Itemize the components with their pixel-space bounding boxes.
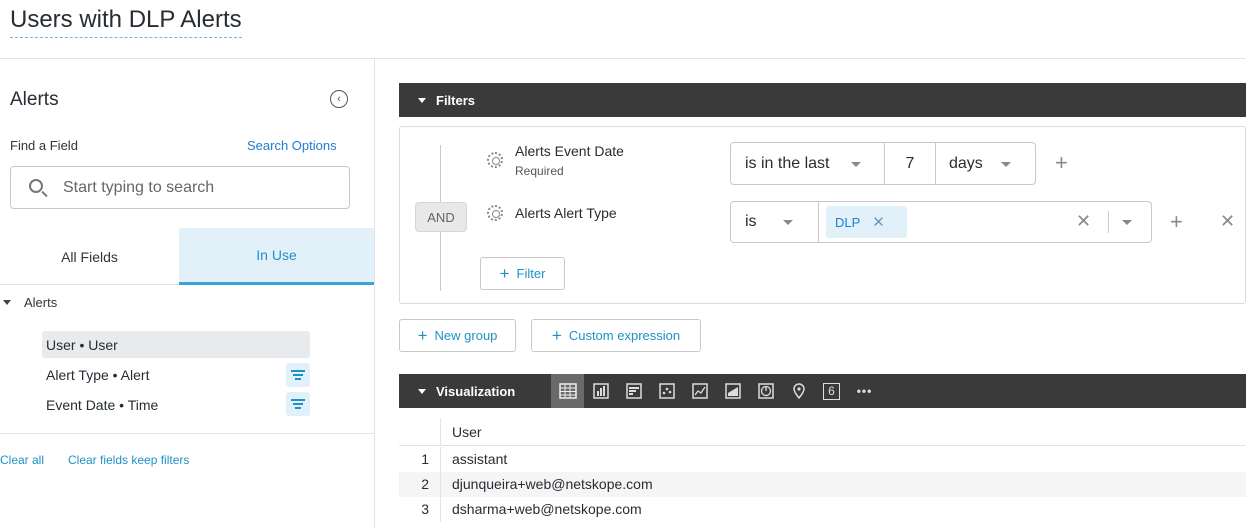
value-chip[interactable]: DLP ✕ bbox=[826, 206, 907, 238]
field-tabs: All Fields In Use bbox=[0, 228, 374, 285]
plus-icon: + bbox=[417, 326, 428, 345]
clear-all-link[interactable]: Clear all bbox=[0, 453, 44, 467]
chevron-down-icon[interactable] bbox=[1122, 220, 1132, 225]
divider bbox=[0, 433, 374, 434]
search-icon bbox=[29, 179, 43, 193]
column-divider bbox=[440, 472, 441, 497]
collapse-panel-icon[interactable]: ‹ bbox=[330, 90, 348, 108]
chevron-down-icon bbox=[851, 162, 861, 167]
new-group-label: New group bbox=[434, 328, 498, 343]
filter-icon[interactable] bbox=[286, 392, 310, 416]
caret-down-icon bbox=[3, 300, 11, 305]
gear-icon[interactable] bbox=[487, 205, 503, 221]
filters-panel: AND Alerts Event Date Required is in the… bbox=[399, 126, 1246, 304]
operator-value: is in the last bbox=[745, 154, 830, 172]
clear-icon[interactable]: ✕ bbox=[1076, 212, 1091, 230]
table-icon[interactable] bbox=[551, 374, 584, 408]
panel-title: Alerts bbox=[10, 89, 59, 110]
top-bar: Users with DLP Alerts bbox=[0, 0, 1246, 59]
add-condition-icon[interactable]: + bbox=[1055, 152, 1068, 174]
add-filter-button[interactable]: + Filter bbox=[480, 257, 565, 290]
user-cell: assistant bbox=[452, 451, 508, 467]
field-search-box[interactable] bbox=[10, 166, 350, 209]
field-item-user[interactable]: User • User bbox=[42, 331, 310, 358]
divider bbox=[1108, 211, 1109, 233]
unit-select[interactable]: days bbox=[935, 142, 1036, 185]
clear-fields-keep-filters-link[interactable]: Clear fields keep filters bbox=[68, 453, 189, 467]
table-row[interactable]: 1 assistant bbox=[399, 447, 1246, 472]
value-text: 7 bbox=[905, 154, 915, 172]
caret-down-icon bbox=[418, 97, 426, 103]
field-group-alerts[interactable]: Alerts bbox=[0, 295, 57, 310]
plus-icon: + bbox=[551, 326, 562, 345]
find-field-label: Find a Field bbox=[10, 138, 78, 153]
more-icon[interactable]: ••• bbox=[848, 374, 881, 408]
search-options-link[interactable]: Search Options bbox=[247, 138, 337, 153]
value-multiselect[interactable]: DLP ✕ ✕ bbox=[818, 201, 1152, 243]
visualization-type-toolbar: 6 ••• bbox=[551, 374, 881, 408]
chevron-down-icon bbox=[1001, 162, 1011, 167]
required-label: Required bbox=[515, 164, 564, 178]
new-group-button[interactable]: + New group bbox=[399, 319, 516, 352]
map-pin-icon[interactable] bbox=[782, 374, 815, 408]
tab-all-fields[interactable]: All Fields bbox=[0, 228, 179, 285]
scatter-icon[interactable] bbox=[650, 374, 683, 408]
column-chart-icon[interactable] bbox=[584, 374, 617, 408]
area-chart-icon[interactable] bbox=[716, 374, 749, 408]
remove-filter-icon[interactable]: ✕ bbox=[1220, 212, 1235, 230]
column-divider bbox=[440, 497, 441, 522]
filter-field-label: Alerts Event Date bbox=[515, 143, 624, 159]
table-header-row: User bbox=[399, 418, 1246, 446]
row-number: 3 bbox=[421, 501, 429, 517]
visualization-section-header[interactable]: Visualization 6 ••• bbox=[399, 374, 1246, 408]
filters-section-header[interactable]: Filters bbox=[399, 83, 1246, 117]
value-input[interactable]: 7 bbox=[884, 142, 936, 185]
field-picker-panel: Alerts ‹ Find a Field Search Options All… bbox=[0, 59, 375, 528]
gear-icon[interactable] bbox=[487, 152, 503, 168]
and-toggle[interactable]: AND bbox=[415, 202, 467, 232]
operator-value: is bbox=[745, 213, 757, 230]
field-item-alert-type[interactable]: Alert Type • Alert bbox=[42, 361, 310, 388]
row-number: 2 bbox=[421, 476, 429, 492]
visualization-title: Visualization bbox=[436, 383, 516, 399]
chevron-down-icon bbox=[783, 220, 793, 225]
tab-in-use[interactable]: In Use bbox=[179, 228, 374, 285]
caret-down-icon bbox=[418, 388, 426, 394]
single-value-label: 6 bbox=[823, 382, 840, 400]
plus-icon: + bbox=[499, 264, 510, 283]
more-label: ••• bbox=[856, 384, 873, 398]
line-chart-icon[interactable] bbox=[683, 374, 716, 408]
user-cell: djunqueira+web@netskope.com bbox=[452, 476, 653, 492]
field-search-input[interactable] bbox=[63, 177, 333, 199]
custom-expression-button[interactable]: + Custom expression bbox=[531, 319, 701, 352]
column-header-user[interactable]: User bbox=[452, 424, 482, 440]
row-number: 1 bbox=[421, 451, 429, 467]
chip-label: DLP bbox=[835, 214, 861, 230]
column-divider bbox=[440, 447, 441, 472]
pie-chart-icon[interactable] bbox=[749, 374, 782, 408]
operator-select[interactable]: is bbox=[730, 201, 819, 243]
page-title[interactable]: Users with DLP Alerts bbox=[10, 6, 242, 38]
filter-icon[interactable] bbox=[286, 363, 310, 387]
filters-title: Filters bbox=[436, 92, 476, 108]
field-item-event-date[interactable]: Event Date • Time bbox=[42, 391, 310, 418]
add-filter-label: Filter bbox=[516, 266, 546, 281]
operator-select[interactable]: is in the last bbox=[730, 142, 885, 185]
filter-field-label: Alerts Alert Type bbox=[515, 205, 617, 221]
bar-chart-icon[interactable] bbox=[617, 374, 650, 408]
user-cell: dsharma+web@netskope.com bbox=[452, 501, 642, 517]
table-row[interactable]: 2 djunqueira+web@netskope.com bbox=[399, 472, 1246, 497]
group-label: Alerts bbox=[24, 295, 58, 310]
unit-value: days bbox=[949, 154, 983, 172]
table-row[interactable]: 3 dsharma+web@netskope.com bbox=[399, 497, 1246, 522]
custom-expression-label: Custom expression bbox=[568, 328, 681, 343]
close-icon[interactable]: ✕ bbox=[872, 213, 885, 231]
single-value-icon[interactable]: 6 bbox=[815, 374, 848, 408]
column-divider bbox=[440, 418, 441, 446]
add-condition-icon[interactable]: + bbox=[1170, 211, 1183, 233]
